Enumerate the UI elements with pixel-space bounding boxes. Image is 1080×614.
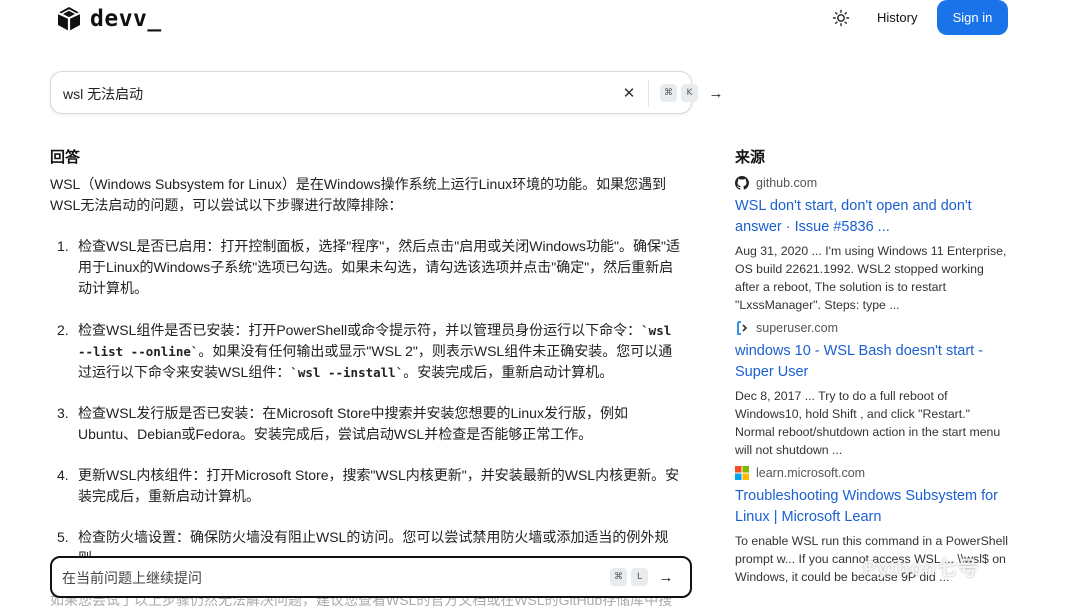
answer-heading: 回答 [50,149,81,166]
sources-heading: 来源 [735,149,766,166]
sun-icon [832,9,850,27]
l-key-hint: L [631,568,648,586]
cmd-key-hint: ⌘ [660,84,677,102]
source-domain-text: superuser.com [756,321,838,335]
logo[interactable]: devv_ [56,5,162,33]
step-text-part: 。安装完成后，重新启动计算机。 [403,364,614,380]
superuser-icon [737,321,748,335]
arrow-right-icon[interactable]: → [656,567,676,587]
cmd-key-hint: ⌘ [610,568,627,586]
github-icon [735,176,749,190]
source-snippet: Dec 8, 2017 ... Try to do a full reboot … [735,389,1001,457]
source-title-link[interactable]: windows 10 - WSL Bash doesn't start - Su… [735,341,1010,383]
watermark: Python七号 [863,558,979,580]
theme-toggle-button[interactable] [831,8,851,28]
step-text: 检查WSL发行版是否已安装：在Microsoft Store中搜索并安装您想要的… [78,405,628,442]
step-number: 2. [57,322,69,338]
divider [648,80,649,107]
followup-bar: ⌘ L → [50,556,692,598]
arrow-right-icon[interactable]: → [706,83,726,103]
close-icon[interactable]: ✕ [620,84,638,102]
source-domain-text: learn.microsoft.com [756,466,866,480]
source-domain: superuser.com [735,319,1010,337]
search-bar: ✕ ⌘ K → [50,71,724,114]
step-number: 3. [57,405,69,421]
source-title-link[interactable]: Troubleshooting Windows Subsystem for Li… [735,486,1010,528]
step-number: 4. [57,467,69,483]
source-domain: github.com [735,174,1010,192]
microsoft-icon [735,466,749,480]
logo-text: devv_ [90,6,162,32]
history-link[interactable]: History [877,10,917,25]
step-text: 检查WSL是否已启用：打开控制面板，选择"程序"，然后点击"启用或关闭Windo… [78,238,680,296]
list-item: 3. 检查WSL发行版是否已安装：在Microsoft Store中搜索并安装您… [50,403,690,445]
sign-in-button[interactable]: Sign in [937,0,1008,35]
followup-input[interactable] [62,568,582,588]
step-text: 检查WSL组件是否已安装：打开PowerShell或命令提示符，并以管理员身份运… [78,320,683,383]
k-key-hint: K [681,84,698,102]
step-number: 1. [57,238,69,254]
top-nav: devv_ History Sign in [0,0,1080,38]
cube-logo-icon [57,7,81,31]
source-title-link[interactable]: WSL don't start, don't open and don't an… [735,196,1010,238]
source-snippet: Aug 31, 2020 ... I'm using Windows 11 En… [735,244,1007,312]
source-card: superuser.com windows 10 - WSL Bash does… [735,319,1010,459]
source-domain: learn.microsoft.com [735,464,1010,482]
list-item: 1. 检查WSL是否已启用：打开控制面板，选择"程序"，然后点击"启用或关闭Wi… [50,236,690,299]
search-input[interactable] [63,83,563,105]
step-text-part: 检查WSL组件是否已安装：打开PowerShell或命令提示符，并以管理员身份运… [78,322,642,338]
code-snippet: `wsl --install` [290,365,404,380]
source-domain-text: github.com [756,176,818,190]
step-text: 更新WSL内核组件：打开Microsoft Store，搜索"WSL内核更新"，… [78,467,680,504]
answer-intro: WSL（Windows Subsystem for Linux）是在Window… [50,176,667,213]
source-card: github.com WSL don't start, don't open a… [735,174,1010,314]
list-item: 4. 更新WSL内核组件：打开Microsoft Store，搜索"WSL内核更… [50,465,690,507]
list-item: 2. 检查WSL组件是否已安装：打开PowerShell或命令提示符，并以管理员… [50,320,690,383]
